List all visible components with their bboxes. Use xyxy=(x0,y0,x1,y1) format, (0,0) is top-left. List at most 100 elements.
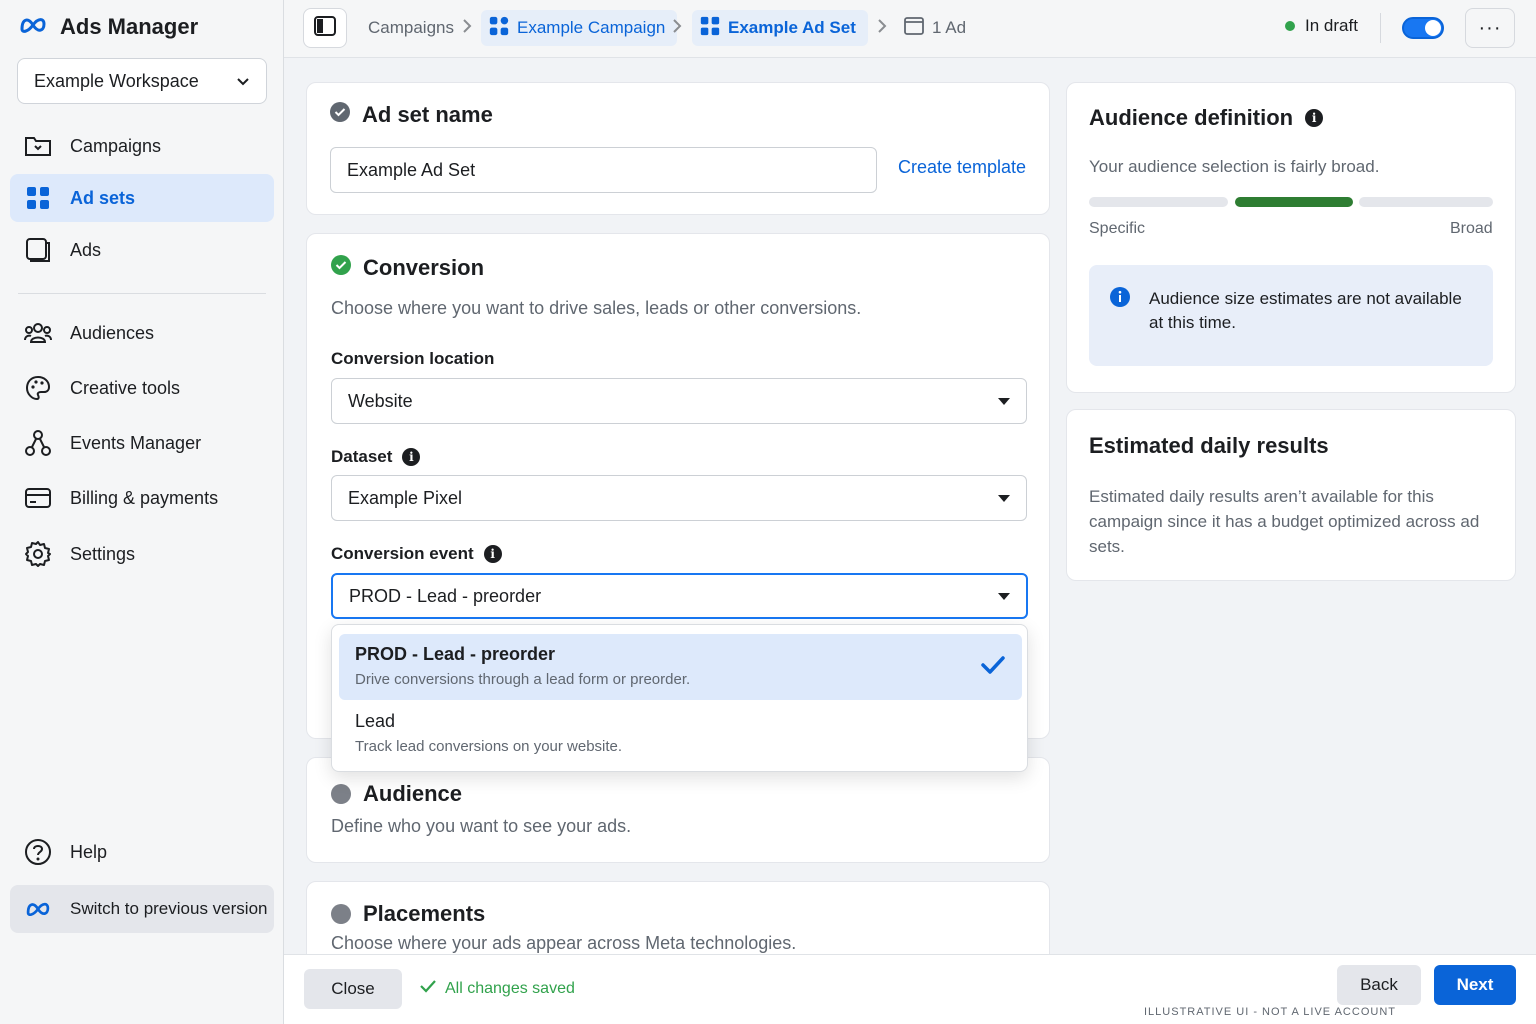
dropdown-option[interactable]: Lead Track lead conversions on your webs… xyxy=(339,701,1022,767)
more-icon: ··· xyxy=(1478,16,1502,39)
info-icon[interactable]: i xyxy=(402,448,421,466)
card-icon xyxy=(24,484,52,512)
success-check-icon xyxy=(331,255,351,281)
section-title: Ad set name xyxy=(362,102,493,127)
toggle-panel-button[interactable] xyxy=(303,8,347,48)
status-check-icon xyxy=(330,102,350,128)
notice-text: Audience size estimates are not availabl… xyxy=(1149,289,1462,332)
placements-description: Choose where your ads appear across Meta… xyxy=(331,933,797,953)
chevron-right-icon xyxy=(877,18,887,39)
sidebar-item-label: Events Manager xyxy=(70,432,202,453)
conversion-event-select[interactable]: PROD - Lead - preorder xyxy=(331,573,1028,619)
info-icon[interactable]: i xyxy=(483,545,502,563)
watermark: ILLUSTRATIVE UI - NOT A LIVE ACCOUNT xyxy=(1144,1006,1396,1018)
pending-status-icon xyxy=(331,784,351,804)
sidebar-item-creative-tools[interactable]: Creative tools xyxy=(10,364,274,412)
switch-version-button[interactable]: Switch to previous version xyxy=(10,885,274,933)
option-description: Drive conversions through a lead form or… xyxy=(355,671,691,688)
more-options-button[interactable]: ··· xyxy=(1465,8,1515,48)
app-title: Ads Manager xyxy=(60,14,199,39)
breadcrumb-campaigns[interactable]: Campaigns xyxy=(368,10,454,46)
breadcrumb-label: Example Campaign xyxy=(517,18,666,37)
conversion-heading: Conversion xyxy=(331,255,484,281)
sidebar-item-events-manager[interactable]: Events Manager xyxy=(10,419,274,467)
save-status: All changes saved xyxy=(419,979,575,998)
conversion-event-dropdown: PROD - Lead - preorder Drive conversions… xyxy=(331,624,1028,772)
palette-icon xyxy=(24,374,52,402)
sidebar-item-campaigns[interactable]: Campaigns xyxy=(10,122,274,170)
pending-status-icon xyxy=(331,904,351,924)
caret-down-icon xyxy=(998,397,1010,405)
audience-notice: Audience size estimates are not availabl… xyxy=(1089,265,1493,366)
back-button[interactable]: Back xyxy=(1337,965,1421,1005)
divider xyxy=(1380,13,1381,43)
create-template-link[interactable]: Create template xyxy=(898,157,1026,178)
option-description: Track lead conversions on your website. xyxy=(355,738,623,755)
sidebar-panel-icon xyxy=(314,15,336,41)
checkmark-icon xyxy=(419,979,437,998)
caret-down-icon xyxy=(998,592,1010,600)
sidebar-item-audiences[interactable]: Audiences xyxy=(10,309,274,357)
status-label: In draft xyxy=(1305,16,1358,35)
conversion-description: Choose where you want to drive sales, le… xyxy=(331,298,862,318)
conversion-event-label: Conversion event i xyxy=(331,544,502,564)
section-title: Placements xyxy=(363,901,486,926)
grid-icon xyxy=(489,16,509,41)
audience-meter-broad xyxy=(1359,197,1493,207)
audience-description: Define who you want to see your ads. xyxy=(331,816,632,836)
input-value: Example Ad Set xyxy=(347,159,476,180)
info-icon xyxy=(1110,287,1130,312)
button-label: Back xyxy=(1360,975,1398,994)
button-label: Close xyxy=(331,979,375,998)
breadcrumb-label: Example Ad Set xyxy=(728,18,856,37)
sidebar-item-help[interactable]: Help xyxy=(10,828,274,876)
breadcrumb-ad-set[interactable]: Example Ad Set xyxy=(692,10,868,46)
sidebar-item-label: Audiences xyxy=(70,322,155,343)
gear-icon xyxy=(24,540,52,568)
dataset-select[interactable]: Example Pixel xyxy=(331,475,1027,521)
sidebar-item-ad-sets[interactable]: Ad sets xyxy=(10,174,274,222)
sidebar: Ads Manager Example Workspace Campaigns … xyxy=(0,0,284,1024)
select-value: Website xyxy=(348,390,413,411)
audience-card xyxy=(306,757,1050,863)
sidebar-item-ads[interactable]: Ads xyxy=(10,226,274,274)
meter-label-broad: Broad xyxy=(1450,220,1493,237)
campaign-toggle[interactable] xyxy=(1402,17,1444,39)
events-icon xyxy=(24,429,52,457)
audience-summary: Your audience selection is fairly broad. xyxy=(1089,157,1380,176)
grid-icon xyxy=(700,16,720,41)
next-button[interactable]: Next xyxy=(1434,965,1516,1005)
conversion-location-label: Conversion location xyxy=(331,349,494,369)
status-dot-icon xyxy=(1285,21,1295,31)
help-icon xyxy=(24,838,52,866)
dropdown-option[interactable]: PROD - Lead - preorder Drive conversions… xyxy=(339,634,1022,700)
meta-logo-icon xyxy=(24,895,52,923)
workspace-name: Example Workspace xyxy=(34,70,199,91)
chevron-down-icon xyxy=(236,71,250,92)
top-bar: Campaigns Example Campaign Example Ad Se… xyxy=(284,0,1536,58)
app-brand[interactable]: Ads Manager xyxy=(18,12,198,42)
chevron-right-icon xyxy=(462,18,472,39)
estimated-results-heading: Estimated daily results xyxy=(1089,433,1329,459)
sidebar-item-label: Settings xyxy=(70,543,136,564)
info-icon[interactable]: i xyxy=(1305,109,1324,127)
people-icon xyxy=(24,319,52,347)
sidebar-item-label: Ad sets xyxy=(70,187,136,208)
button-label: Next xyxy=(1456,975,1494,994)
conversion-location-select[interactable]: Website xyxy=(331,378,1027,424)
audience-meter-current xyxy=(1235,197,1353,207)
sidebar-item-billing[interactable]: Billing & payments xyxy=(10,474,274,522)
breadcrumb-ad[interactable]: 1 Ad xyxy=(904,10,966,46)
close-button[interactable]: Close xyxy=(304,969,402,1009)
breadcrumb-campaign[interactable]: Example Campaign xyxy=(481,10,678,46)
footer-bar: Close All changes saved Back Next ILLUST… xyxy=(284,954,1536,1024)
section-title: Audience xyxy=(363,781,463,806)
option-title: Lead xyxy=(355,711,396,731)
sidebar-item-settings[interactable]: Settings xyxy=(10,530,274,578)
select-value: PROD - Lead - preorder xyxy=(349,585,542,606)
ad-set-name-input[interactable]: Example Ad Set xyxy=(330,147,877,193)
select-value: Example Pixel xyxy=(348,487,463,508)
meter-label-specific: Specific xyxy=(1089,220,1146,237)
workspace-selector[interactable]: Example Workspace xyxy=(17,58,267,104)
section-title: Audience definition xyxy=(1089,105,1294,130)
